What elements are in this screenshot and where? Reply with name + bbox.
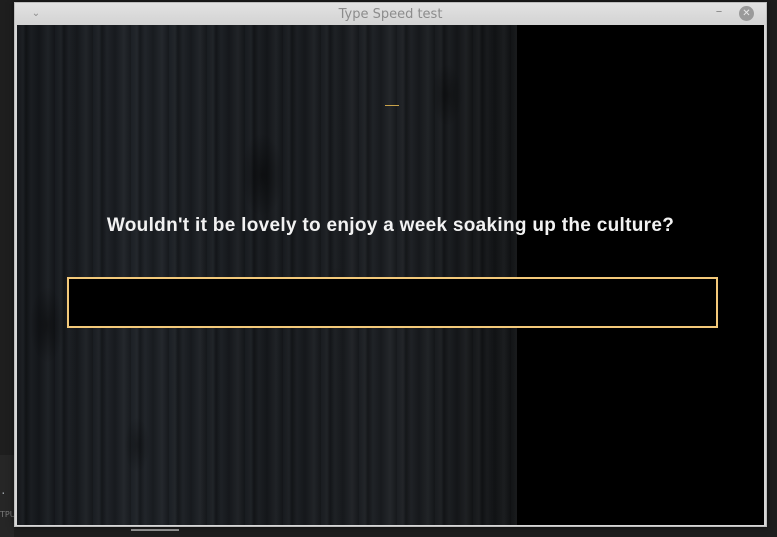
game-canvas: Wouldn't it be lovely to enjoy a week so… (17, 25, 764, 525)
chevron-down-icon[interactable]: ⌄ (29, 7, 43, 21)
close-icon[interactable]: ✕ (739, 6, 754, 21)
cursor-mark (385, 105, 399, 106)
target-sentence: Wouldn't it be lovely to enjoy a week so… (106, 215, 675, 236)
app-window: ⌄ Type Speed test – ✕ Wouldn't it be lov… (14, 2, 767, 527)
window-title: Type Speed test (338, 6, 443, 22)
minimize-icon[interactable]: – (712, 5, 726, 20)
title-bar[interactable]: ⌄ Type Speed test – ✕ (15, 3, 766, 25)
wood-texture-background (17, 25, 517, 525)
typing-input[interactable] (67, 277, 718, 328)
background-tab-indicator (131, 529, 179, 531)
